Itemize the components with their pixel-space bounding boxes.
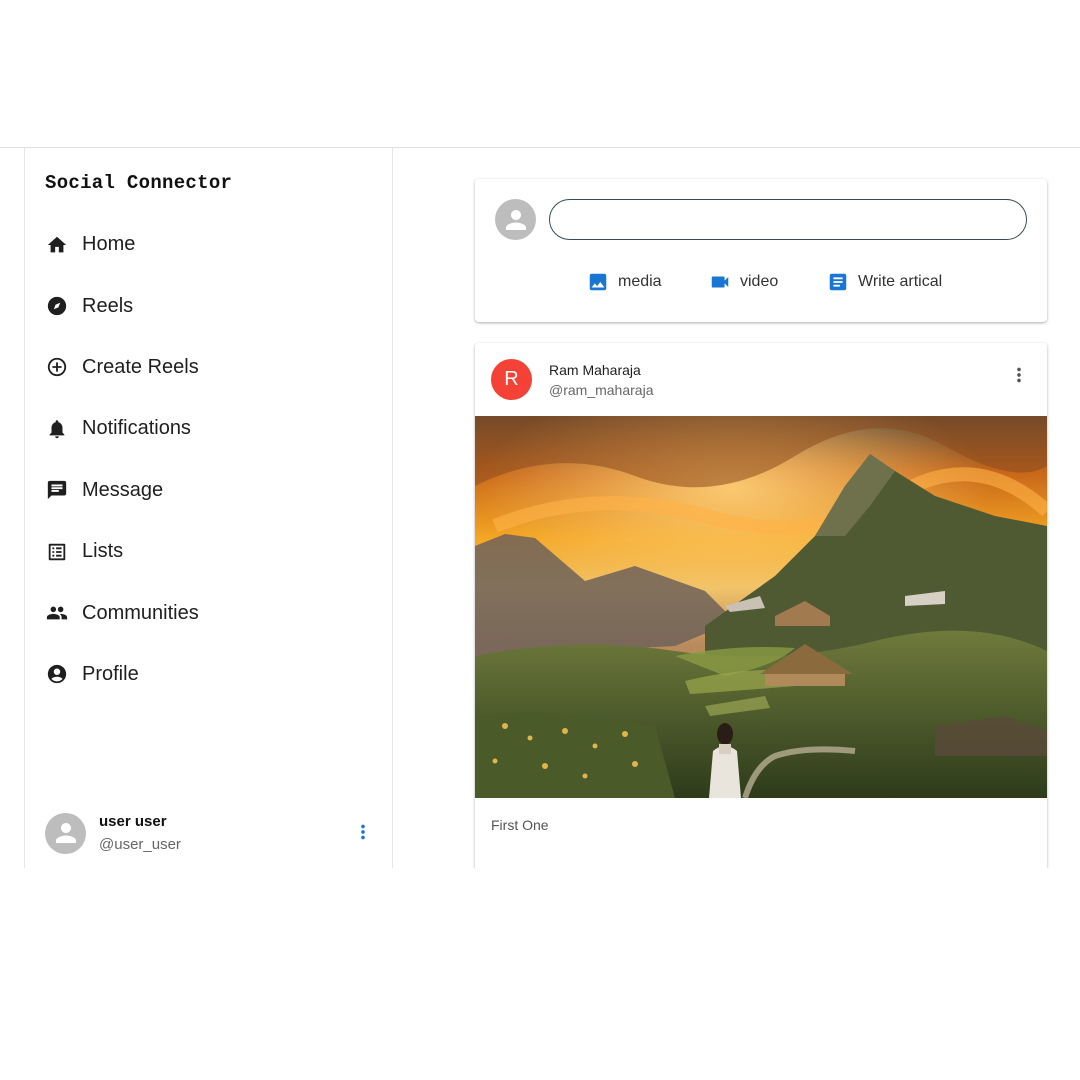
list-icon — [45, 540, 69, 564]
media-button[interactable]: media — [587, 271, 662, 293]
post-menu-button[interactable] — [1007, 363, 1031, 387]
write-article-button[interactable]: Write artical — [827, 271, 942, 293]
sidebar-item-label: Profile — [82, 662, 139, 685]
post-image[interactable] — [475, 416, 1047, 798]
post-header: R Ram Maharaja @ram_maharaja — [475, 343, 1047, 416]
sidebar-item-home[interactable]: Home — [25, 214, 393, 275]
user-avatar[interactable] — [45, 812, 86, 854]
media-label: media — [618, 273, 662, 290]
more-vert-icon — [361, 824, 365, 840]
sidebar: Social Connector Home Reels Create Reels… — [25, 148, 393, 868]
sidebar-nav: Home Reels Create Reels Notifications Me… — [25, 214, 393, 705]
compass-icon — [45, 294, 69, 318]
composer-actions: media video Write artical — [475, 271, 1047, 295]
sidebar-item-communities[interactable]: Communities — [25, 582, 393, 643]
sidebar-item-label: Notifications — [82, 417, 191, 440]
videocam-icon — [711, 276, 729, 288]
post-card: R Ram Maharaja @ram_maharaja First One — [475, 343, 1047, 883]
sidebar-item-label: Message — [82, 478, 164, 501]
more-vert-icon — [1017, 367, 1021, 383]
sidebar-item-label: Lists — [82, 540, 124, 563]
group-icon — [45, 601, 69, 625]
sidebar-item-label: Reels — [82, 294, 134, 317]
composer-avatar — [495, 199, 536, 240]
message-icon — [45, 478, 69, 502]
post-author-name[interactable]: Ram Maharaja — [549, 362, 641, 378]
sidebar-item-label: Home — [82, 233, 136, 256]
sidebar-item-notifications[interactable]: Notifications — [25, 398, 393, 459]
home-icon — [45, 233, 69, 257]
person-icon — [55, 823, 76, 843]
sidebar-item-lists[interactable]: Lists — [25, 521, 393, 582]
sidebar-item-label: Create Reels — [82, 355, 199, 378]
sidebar-item-label: Communities — [82, 601, 199, 624]
current-user-card: user user @user_user — [45, 808, 375, 858]
sidebar-item-message[interactable]: Message — [25, 460, 393, 521]
user-name: user user — [99, 813, 167, 830]
user-handle: @user_user — [99, 836, 181, 853]
video-button[interactable]: video — [709, 271, 778, 293]
article-icon — [829, 273, 847, 291]
sidebar-item-create-reels[interactable]: Create Reels — [25, 337, 393, 398]
write-article-label: Write artical — [858, 273, 943, 290]
compose-post-input[interactable] — [549, 199, 1027, 240]
user-names: user user @user_user — [99, 813, 181, 853]
sidebar-item-profile[interactable]: Profile — [25, 644, 393, 705]
bell-icon — [45, 417, 69, 441]
page-background — [0, 868, 1080, 1080]
video-label: video — [740, 273, 779, 290]
user-menu-button[interactable] — [351, 820, 375, 844]
post-author-handle: @ram_maharaja — [549, 382, 654, 398]
post-author-avatar[interactable]: R — [491, 359, 532, 400]
image-icon — [589, 273, 607, 291]
post-caption: First One — [491, 817, 549, 833]
brand-title[interactable]: Social Connector — [45, 172, 232, 194]
post-composer: media video Write artical — [475, 179, 1047, 322]
person-icon — [505, 209, 526, 230]
account-circle-icon — [45, 662, 69, 686]
sidebar-item-reels[interactable]: Reels — [25, 275, 393, 336]
add-circle-icon — [45, 355, 69, 379]
